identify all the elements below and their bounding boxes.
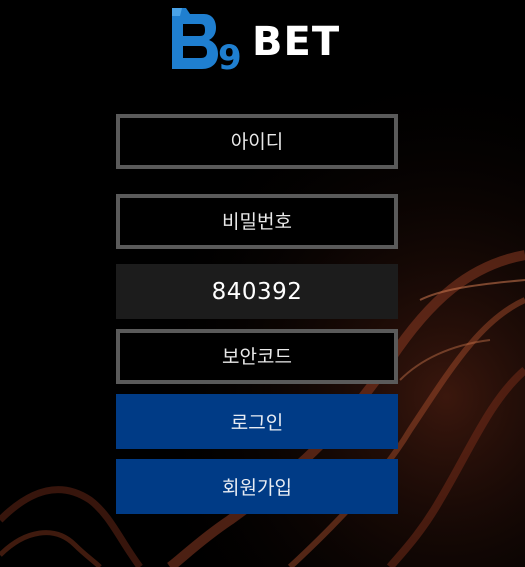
username-field[interactable] — [116, 114, 398, 169]
captcha-code-display: 840392 — [116, 264, 398, 319]
security-code-field[interactable] — [116, 329, 398, 384]
username-input[interactable] — [120, 117, 394, 166]
signup-button[interactable]: 회원가입 — [116, 459, 398, 514]
login-button[interactable]: 로그인 — [116, 394, 398, 449]
password-field[interactable] — [116, 194, 398, 249]
logo-text: BET — [252, 19, 341, 65]
password-input[interactable] — [120, 197, 394, 246]
signup-button-label: 회원가입 — [222, 477, 292, 499]
brand-logo: 9 BET — [168, 6, 341, 72]
logo-digit: 9 — [218, 38, 240, 72]
security-code-input[interactable] — [120, 332, 394, 381]
captcha-code: 840392 — [211, 278, 303, 305]
login-button-label: 로그인 — [230, 412, 284, 434]
logo-mark-icon: 9 — [172, 8, 240, 72]
